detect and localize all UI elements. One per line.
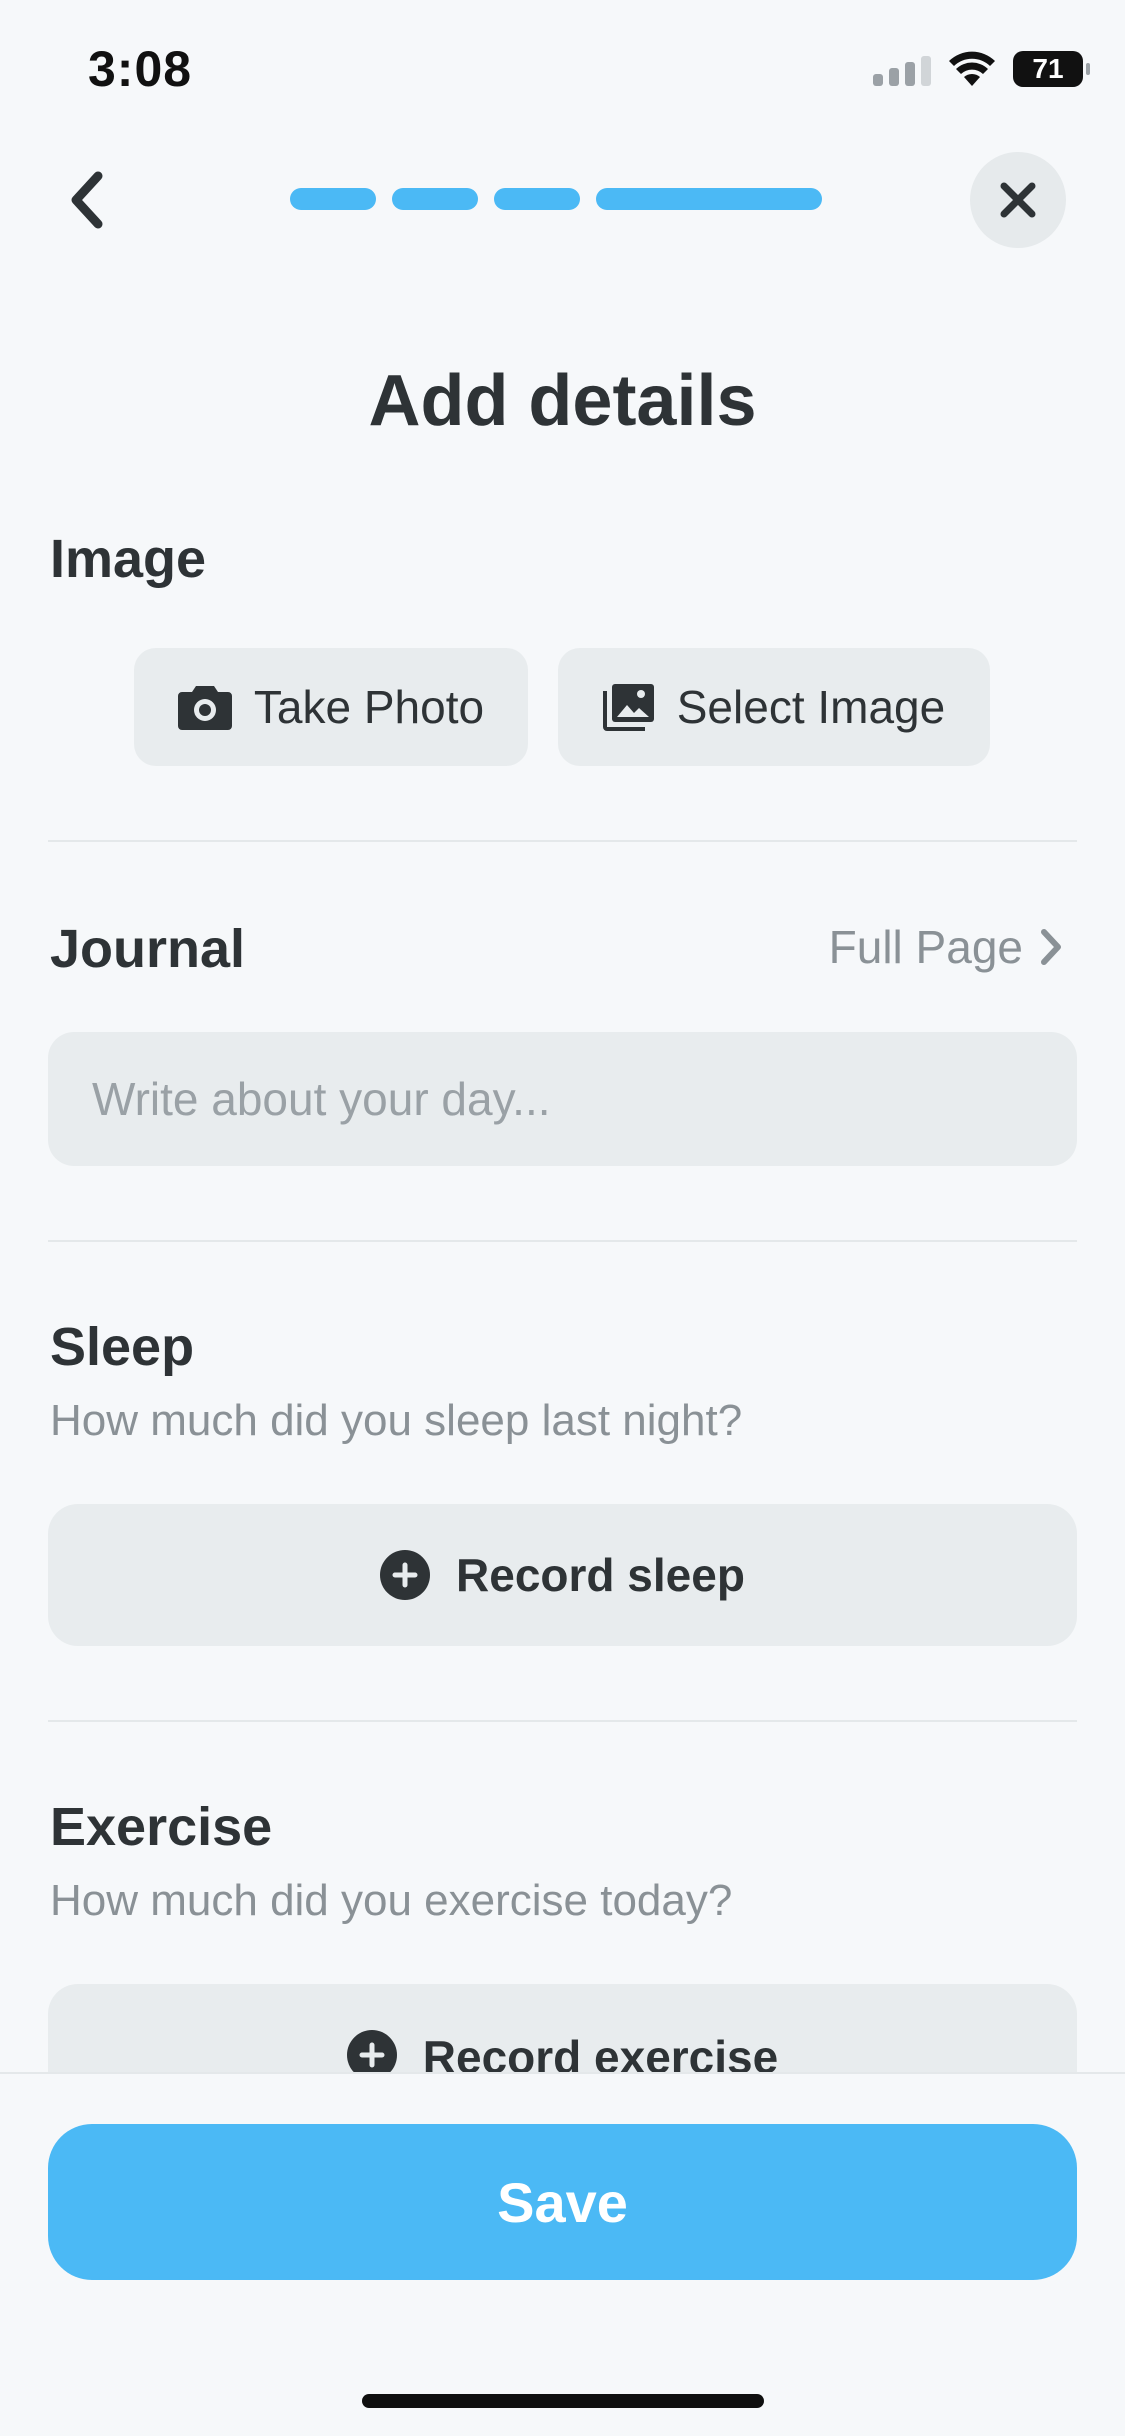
chevron-left-icon [71,171,103,229]
plus-circle-icon [380,1550,431,1600]
home-indicator [362,2394,764,2408]
divider [48,1720,1077,1722]
take-photo-button[interactable]: Take Photo [134,648,528,766]
journal-input[interactable] [48,1032,1077,1166]
save-button[interactable]: Save [48,2124,1077,2280]
step-progress [290,188,822,210]
battery-level: 71 [1032,53,1064,84]
select-image-label: Select Image [676,681,946,733]
journal-section-title: Journal [50,919,246,979]
chevron-right-icon [1041,929,1061,965]
progress-step-4 [596,188,822,210]
image-section-title: Image [50,529,207,589]
sleep-section-subtitle: How much did you sleep last night? [50,1396,743,1445]
exercise-section-subtitle: How much did you exercise today? [50,1876,733,1925]
page-title: Add details [368,361,757,441]
sleep-section-title: Sleep [50,1317,195,1377]
record-sleep-label: Record sleep [456,1549,745,1601]
progress-step-2 [392,188,478,210]
close-icon [1000,182,1036,218]
progress-step-1 [290,188,376,210]
take-photo-label: Take Photo [253,681,485,733]
select-image-button[interactable]: Select Image [558,648,990,766]
battery-icon: 71 [1013,51,1090,87]
full-page-link[interactable]: Full Page [829,920,1063,974]
close-button[interactable] [970,152,1066,248]
nav-bar [0,150,1125,250]
back-button[interactable] [50,164,122,236]
image-gallery-icon [602,684,654,731]
camera-icon [177,686,232,730]
divider [48,1240,1077,1242]
status-indicators: 71 [873,50,1090,88]
status-bar: 3:08 71 [0,0,1125,140]
wifi-icon [949,51,995,86]
full-page-label: Full Page [828,921,1023,973]
cellular-signal-icon [873,52,931,86]
exercise-section-title: Exercise [50,1797,273,1857]
divider [48,840,1077,842]
record-sleep-button[interactable]: Record sleep [48,1504,1077,1646]
status-time: 3:08 [88,41,193,97]
progress-step-3 [494,188,580,210]
